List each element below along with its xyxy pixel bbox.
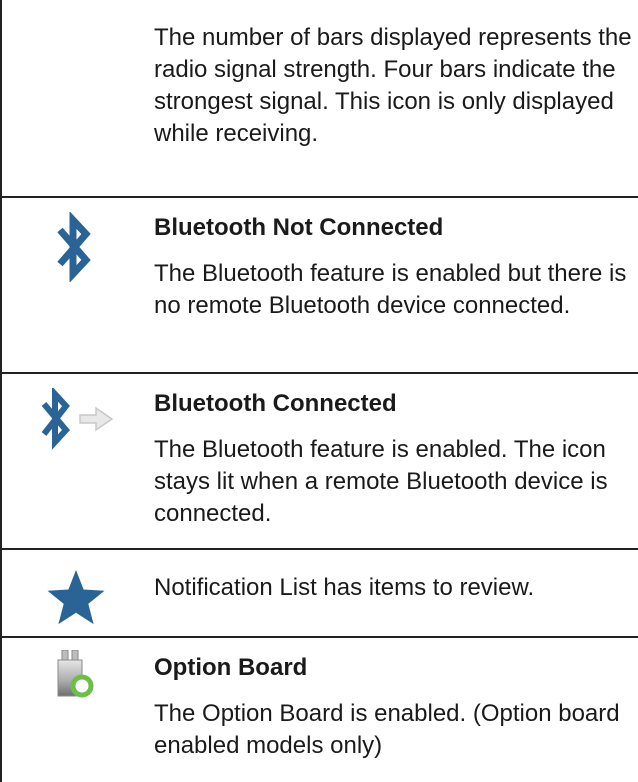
row-description: The Bluetooth feature is enabled. The ic… — [154, 436, 608, 527]
icon-description-table: The number of bars displayed represents … — [0, 0, 638, 782]
text-cell: Bluetooth Connected The Bluetooth featur… — [154, 388, 638, 530]
text-cell: Bluetooth Not Connected The Bluetooth fe… — [154, 212, 638, 322]
icon-cell — [2, 550, 154, 636]
row-title: Bluetooth Not Connected — [154, 214, 444, 241]
text-cell: Option Board The Option Board is enabled… — [154, 652, 638, 762]
row-title: Option Board — [154, 654, 308, 681]
bluetooth-connected-icon — [41, 388, 114, 450]
row-title: Bluetooth Connected — [154, 390, 397, 417]
text-cell: Notification List has items to review. — [154, 572, 638, 604]
row-description: The Bluetooth feature is enabled but the… — [154, 260, 627, 319]
row-description: The number of bars displayed represents … — [154, 24, 632, 147]
row-description: Notification List has items to review. — [154, 574, 535, 601]
option-board-icon — [57, 650, 94, 698]
table-row-bluetooth-not-connected: Bluetooth Not Connected The Bluetooth fe… — [2, 198, 638, 374]
text-cell: The number of bars displayed represents … — [154, 22, 638, 150]
table-row-bluetooth-connected: Bluetooth Connected The Bluetooth featur… — [2, 374, 638, 550]
table-row-notification-list: Notification List has items to review. — [2, 550, 638, 638]
icon-cell — [2, 638, 154, 782]
table-row-option-board: Option Board The Option Board is enabled… — [2, 638, 638, 782]
bluetooth-icon — [57, 212, 91, 282]
icon-cell — [2, 0, 154, 196]
table-row-signal-strength: The number of bars displayed represents … — [2, 0, 638, 198]
icon-cell — [2, 374, 154, 548]
star-icon — [47, 570, 105, 625]
row-description: The Option Board is enabled. (Option boa… — [154, 700, 620, 759]
icon-cell — [2, 198, 154, 372]
